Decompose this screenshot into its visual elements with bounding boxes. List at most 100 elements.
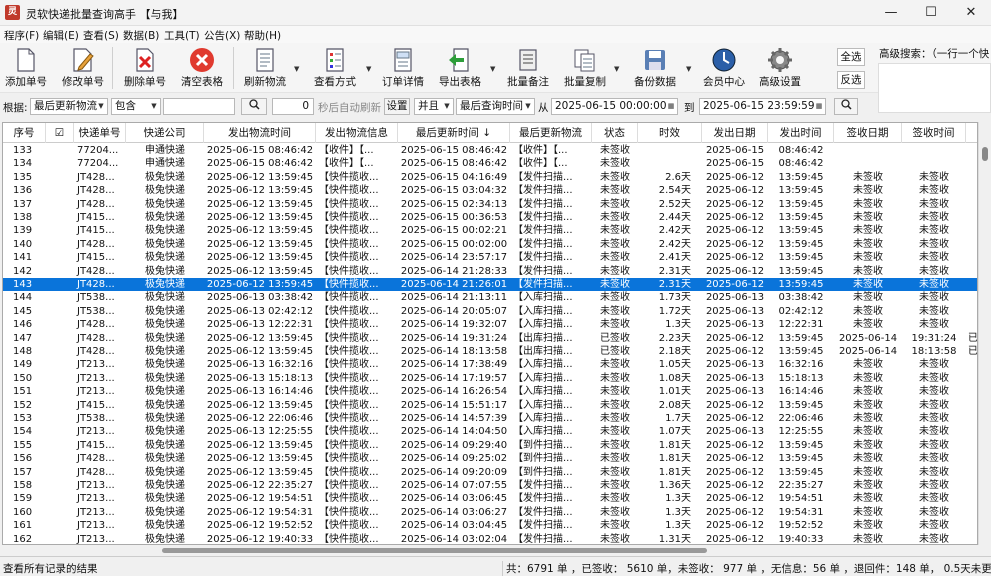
clear-table-button[interactable]: 清空表格	[179, 47, 225, 92]
match-mode-select[interactable]: 包含 ▼	[111, 98, 161, 115]
table-row[interactable]: 149 JT213... 极兔快递 2025-06-13 16:32:16 【快件揽收.…	[3, 358, 977, 371]
cell-last-update-info: 【入库扫描...	[513, 386, 573, 398]
table-row[interactable]: 142 JT428... 极兔快递 2025-06-12 13:59:45 【快件揽收.…	[3, 265, 977, 278]
table-row[interactable]: 155 JT415... 极兔快递 2025-06-12 13:59:45 【快件揽收.…	[3, 439, 977, 452]
table-row[interactable]: 133 77204... 申通快递 2025-06-15 08:46:42 【收件】【.…	[3, 144, 977, 157]
cell-status: 未签收	[600, 533, 630, 545]
select-all-button[interactable]: 全选	[837, 48, 865, 66]
col-tracking-number[interactable]: 快递单号	[74, 123, 126, 143]
vertical-scrollbar[interactable]	[978, 122, 990, 545]
view-mode-button[interactable]: 查看方式	[312, 47, 358, 92]
table-row[interactable]: 156 JT428... 极兔快递 2025-06-12 13:59:45 【快件揽收.…	[3, 452, 977, 465]
invert-selection-button[interactable]: 反选	[837, 71, 865, 89]
menu-notice[interactable]: 公告(X)	[204, 28, 240, 43]
close-button[interactable]: ✕	[951, 0, 991, 26]
table-row[interactable]: 152 JT415... 极兔快递 2025-06-12 13:59:45 【快件揽收.…	[3, 399, 977, 412]
search-button[interactable]	[241, 98, 267, 115]
scroll-thumb[interactable]	[162, 548, 707, 553]
table-row[interactable]: 159 JT213... 极兔快递 2025-06-12 19:54:51 【快件揽收.…	[3, 492, 977, 505]
refresh-logistics-button[interactable]: 刷新物流	[242, 47, 288, 92]
menu-view[interactable]: 查看(S)	[83, 28, 119, 43]
order-detail-button[interactable]: 订单详情	[380, 47, 426, 92]
table-row[interactable]: 144 JT538... 极兔快递 2025-06-13 03:38:42 【快件揽收.…	[3, 291, 977, 304]
backup-data-button[interactable]: 备份数据	[632, 47, 678, 92]
table-row[interactable]: 153 JT538... 极兔快递 2025-06-12 22:06:46 【快件揽收.…	[3, 412, 977, 425]
chevron-down-icon[interactable]: ▼	[686, 65, 691, 73]
refresh-seconds-input[interactable]: 0	[272, 98, 314, 115]
maximize-button[interactable]: ☐	[911, 0, 951, 26]
horizontal-scrollbar[interactable]	[2, 545, 978, 556]
table-row[interactable]: 157 JT428... 极兔快递 2025-06-12 13:59:45 【快件揽收.…	[3, 466, 977, 479]
delete-number-button[interactable]: 删除单号	[122, 47, 168, 92]
col-send-info[interactable]: 发出物流信息	[316, 123, 398, 143]
table-row[interactable]: 162 JT213... 极兔快递 2025-06-12 19:40:33 【快件揽收.…	[3, 533, 977, 545]
menu-edit[interactable]: 编辑(E)	[43, 28, 79, 43]
export-table-button[interactable]: 导出表格	[437, 47, 483, 92]
table-row[interactable]: 154 JT213... 极兔快递 2025-06-13 12:25:55 【快件揽收.…	[3, 425, 977, 438]
col-send-date[interactable]: 发出日期	[702, 123, 768, 143]
table-row[interactable]: 158 JT213... 极兔快递 2025-06-12 22:35:27 【快件揽收.…	[3, 479, 977, 492]
table-row[interactable]: 137 JT428... 极兔快递 2025-06-12 13:59:45 【快件揽收.…	[3, 198, 977, 211]
table-row[interactable]: 148 JT428... 极兔快递 2025-06-12 13:59:45 【快件揽收.…	[3, 345, 977, 358]
table-row[interactable]: 141 JT415... 极兔快递 2025-06-12 13:59:45 【快件揽收.…	[3, 251, 977, 264]
table-row[interactable]: 139 JT415... 极兔快递 2025-06-12 13:59:45 【快件揽收.…	[3, 224, 977, 237]
batch-note-button[interactable]: 批量备注	[505, 47, 551, 92]
cell-send-date: 2025-06-12	[705, 185, 765, 197]
to-date-picker[interactable]: 2025-06-15 23:59:59 ▦	[699, 98, 826, 115]
table-row[interactable]: 135 JT428... 极兔快递 2025-06-12 13:59:45 【快件揽收.…	[3, 171, 977, 184]
col-duration[interactable]: 时效	[638, 123, 702, 143]
table-row[interactable]: 150 JT213... 极兔快递 2025-06-13 15:18:13 【快件揽收.…	[3, 372, 977, 385]
from-date-picker[interactable]: 2025-06-15 00:00:00 ▦	[551, 98, 678, 115]
cell-status: 未签收	[600, 399, 630, 411]
table-row[interactable]: 143 JT428... 极兔快递 2025-06-12 13:59:45 【快件揽收.…	[3, 278, 977, 292]
cell-last-update-time: 2025-06-14 03:04:45	[400, 520, 508, 532]
date-search-button[interactable]	[834, 98, 858, 115]
cell-status: 已签收	[600, 332, 630, 344]
table-row[interactable]: 160 JT213... 极兔快递 2025-06-12 19:54:31 【快件揽收.…	[3, 506, 977, 519]
table-row[interactable]: 136 JT428... 极兔快递 2025-06-12 13:59:45 【快件揽收.…	[3, 184, 977, 197]
col-send-clock[interactable]: 发出时间	[768, 123, 834, 143]
logic-select[interactable]: 并且 ▼	[414, 98, 454, 115]
menu-tools[interactable]: 工具(T)	[164, 28, 200, 43]
chevron-down-icon[interactable]: ▼	[614, 65, 619, 73]
col-last-update-info[interactable]: 最后更新物流	[510, 123, 592, 143]
table-row[interactable]: 146 JT428... 极兔快递 2025-06-13 12:22:31 【快件揽收.…	[3, 318, 977, 331]
batch-copy-button[interactable]: 批量复制	[562, 47, 608, 92]
scroll-thumb[interactable]	[982, 147, 988, 161]
filter-field-select[interactable]: 最后更新物流 ▼	[30, 98, 108, 115]
menu-data[interactable]: 数据(B)	[123, 28, 159, 43]
menu-help[interactable]: 帮助(H)	[244, 28, 281, 43]
col-last-update-time[interactable]: 最后更新时间 ↓	[398, 123, 510, 143]
col-send-time[interactable]: 发出物流时间	[204, 123, 316, 143]
advanced-settings-button[interactable]: 高级设置	[757, 47, 803, 92]
chevron-down-icon[interactable]: ▼	[490, 65, 495, 73]
table-row[interactable]: 145 JT538... 极兔快递 2025-06-13 02:42:12 【快件揽收.…	[3, 305, 977, 318]
table-row[interactable]: 161 JT213... 极兔快递 2025-06-12 19:52:52 【快件揽收.…	[3, 519, 977, 532]
cell-index: 159	[13, 493, 33, 505]
table-row[interactable]: 138 JT415... 极兔快递 2025-06-12 13:59:45 【快件揽收.…	[3, 211, 977, 224]
table-row[interactable]: 134 77204... 申通快递 2025-06-15 08:46:42 【收件】【.…	[3, 157, 977, 170]
col-checkbox[interactable]: ☑	[46, 123, 74, 143]
table-row[interactable]: 151 JT213... 极兔快递 2025-06-13 16:14:46 【快件揽收.…	[3, 385, 977, 398]
col-courier[interactable]: 快递公司	[126, 123, 204, 143]
col-index[interactable]: 序号	[3, 123, 46, 143]
col-sign-date[interactable]: 签收日期	[834, 123, 902, 143]
cell-last-update-time: 2025-06-14 14:57:39	[400, 413, 508, 424]
col-status[interactable]: 状态	[592, 123, 638, 143]
chevron-down-icon[interactable]: ▼	[366, 65, 371, 73]
cell-last-update-time: 2025-06-15 02:34:13	[400, 198, 508, 210]
search-text-input[interactable]	[163, 98, 235, 115]
col-sign-time[interactable]: 签收时间	[902, 123, 966, 143]
menu-program[interactable]: 程序(F)	[4, 28, 39, 43]
set-button[interactable]: 设置	[384, 98, 410, 115]
table-row[interactable]: 140 JT428... 极兔快递 2025-06-12 13:59:45 【快件揽收.…	[3, 238, 977, 251]
cell-send-date: 2025-06-13	[705, 426, 765, 438]
cell-send-clock: 19:40:33	[778, 533, 824, 545]
minimize-button[interactable]: —	[871, 0, 911, 26]
chevron-down-icon[interactable]: ▼	[294, 65, 299, 73]
member-center-button[interactable]: 会员中心	[701, 47, 747, 92]
table-row[interactable]: 147 JT428... 极兔快递 2025-06-12 13:59:45 【快件揽收.…	[3, 332, 977, 345]
edit-number-button[interactable]: 修改单号	[61, 47, 105, 92]
add-number-button[interactable]: 添加单号	[4, 47, 48, 92]
time-field-select[interactable]: 最后查询时间 ▼	[456, 98, 535, 115]
